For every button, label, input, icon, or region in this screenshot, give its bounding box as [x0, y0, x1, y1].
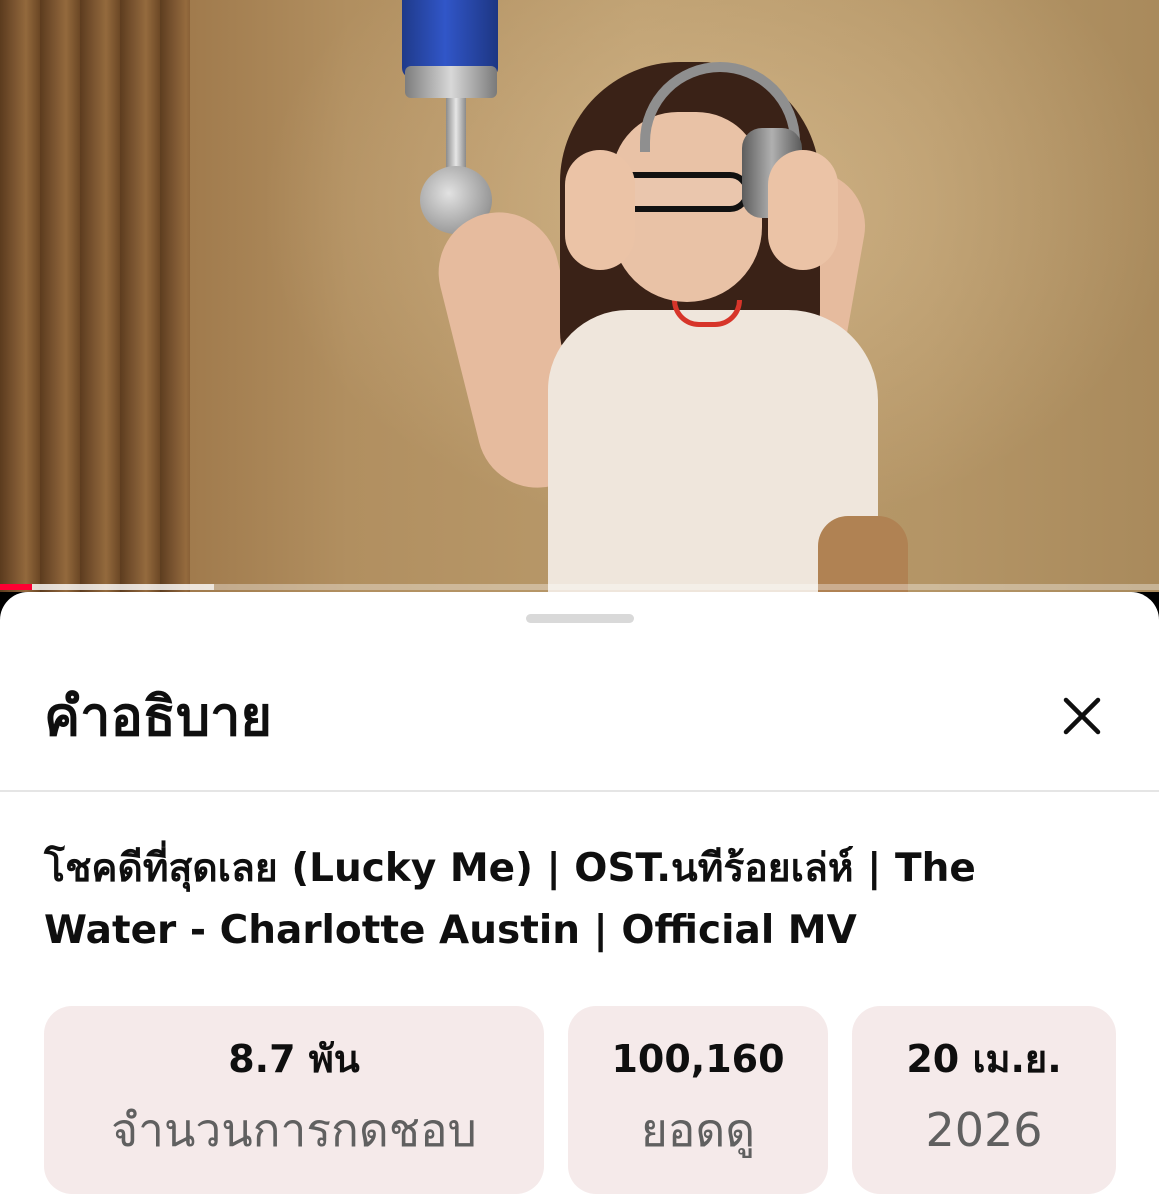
publish-date: 20 เม.ย.	[906, 1037, 1062, 1081]
drag-handle[interactable]	[526, 614, 634, 623]
date-stat: 20 เม.ย. 2026	[852, 1006, 1116, 1194]
likes-count: 8.7 พัน	[228, 1037, 360, 1081]
progress-played	[0, 584, 33, 590]
singer-hand-right	[768, 150, 838, 270]
views-stat: 100,160 ยอดดู	[568, 1006, 828, 1194]
close-icon	[1063, 697, 1101, 735]
views-count: 100,160	[611, 1037, 785, 1081]
progress-bar[interactable]	[0, 584, 1159, 590]
sheet-title: คำอธิบาย	[44, 685, 273, 748]
divider	[0, 790, 1159, 792]
description-sheet: คำอธิบาย โชคดีที่สุดเลย (Lucky Me) | OST…	[0, 592, 1159, 1200]
likes-stat: 8.7 พัน จำนวนการกดชอบ	[44, 1006, 544, 1194]
singer-hand-left	[565, 150, 635, 270]
microphone-ring	[405, 66, 497, 98]
chair	[818, 516, 908, 592]
curtain-background	[0, 0, 190, 592]
publish-year: 2026	[925, 1103, 1043, 1157]
video-player[interactable]	[0, 0, 1159, 592]
likes-label: จำนวนการกดชอบ	[111, 1103, 477, 1157]
close-button[interactable]	[1050, 684, 1114, 748]
views-label: ยอดดู	[640, 1103, 756, 1157]
screen: คำอธิบาย โชคดีที่สุดเลย (Lucky Me) | OST…	[0, 0, 1159, 1200]
video-title: โชคดีที่สุดเลย (Lucky Me) | OST.นทีร้อยเ…	[44, 846, 976, 953]
